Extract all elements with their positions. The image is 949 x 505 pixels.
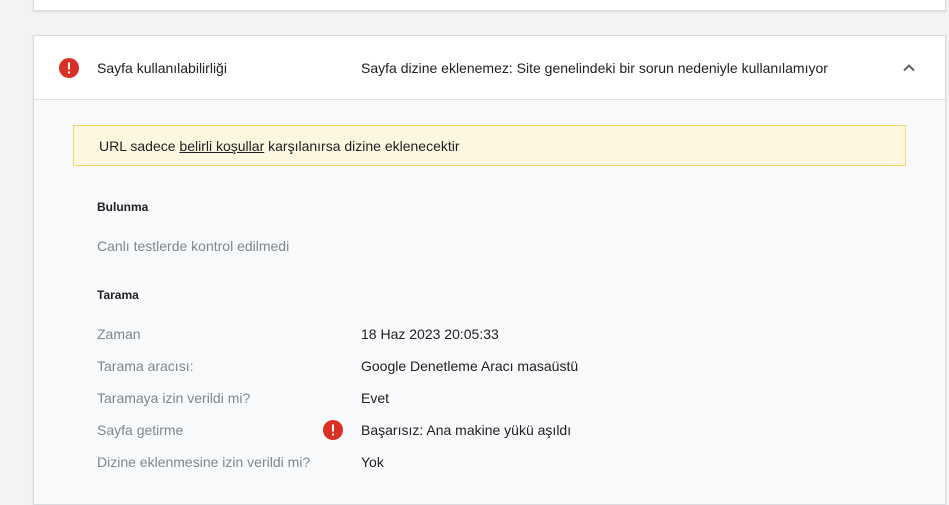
crawl-allowed-value: Evet bbox=[361, 390, 390, 406]
indexing-allowed-label: Dizine eklenmesine izin verildi mi? bbox=[97, 454, 311, 470]
crawl-allowed-label: Taramaya izin verildi mi? bbox=[97, 390, 251, 406]
error-icon bbox=[59, 58, 79, 78]
crawl-time-value: 18 Haz 2023 20:05:33 bbox=[361, 326, 499, 342]
page-availability-card: Sayfa kullanılabilirliği Sayfa dizine ek… bbox=[33, 35, 946, 505]
availability-status: Sayfa dizine eklenemez: Site genelindeki… bbox=[361, 60, 828, 76]
notice-prefix: URL sadece bbox=[99, 138, 180, 154]
discovery-heading: Bulunma bbox=[97, 200, 149, 214]
crawl-heading: Tarama bbox=[97, 288, 139, 302]
page-fetch-value: Başarısız: Ana makine yükü aşıldı bbox=[361, 422, 572, 438]
crawler-value: Google Denetleme Aracı masaüstü bbox=[361, 358, 579, 374]
error-icon bbox=[323, 420, 343, 440]
discovery-text: Canlı testlerde kontrol edilmedi bbox=[97, 238, 290, 254]
notice-suffix: karşılanırsa dizine eklenecektir bbox=[264, 138, 460, 154]
crawler-label: Tarama aracısı: bbox=[97, 358, 194, 374]
crawl-time-label: Zaman bbox=[97, 326, 141, 342]
previous-card bbox=[33, 0, 946, 11]
conditions-link[interactable]: belirli koşullar bbox=[179, 138, 264, 154]
indexing-notice: URL sadece belirli koşullar karşılanırsa… bbox=[73, 125, 906, 166]
section-title: Sayfa kullanılabilirliği bbox=[97, 60, 227, 76]
page-fetch-label: Sayfa getirme bbox=[97, 422, 184, 438]
card-header[interactable]: Sayfa kullanılabilirliği Sayfa dizine ek… bbox=[34, 36, 945, 100]
indexing-allowed-value: Yok bbox=[361, 454, 384, 470]
chevron-up-icon[interactable] bbox=[899, 58, 919, 78]
